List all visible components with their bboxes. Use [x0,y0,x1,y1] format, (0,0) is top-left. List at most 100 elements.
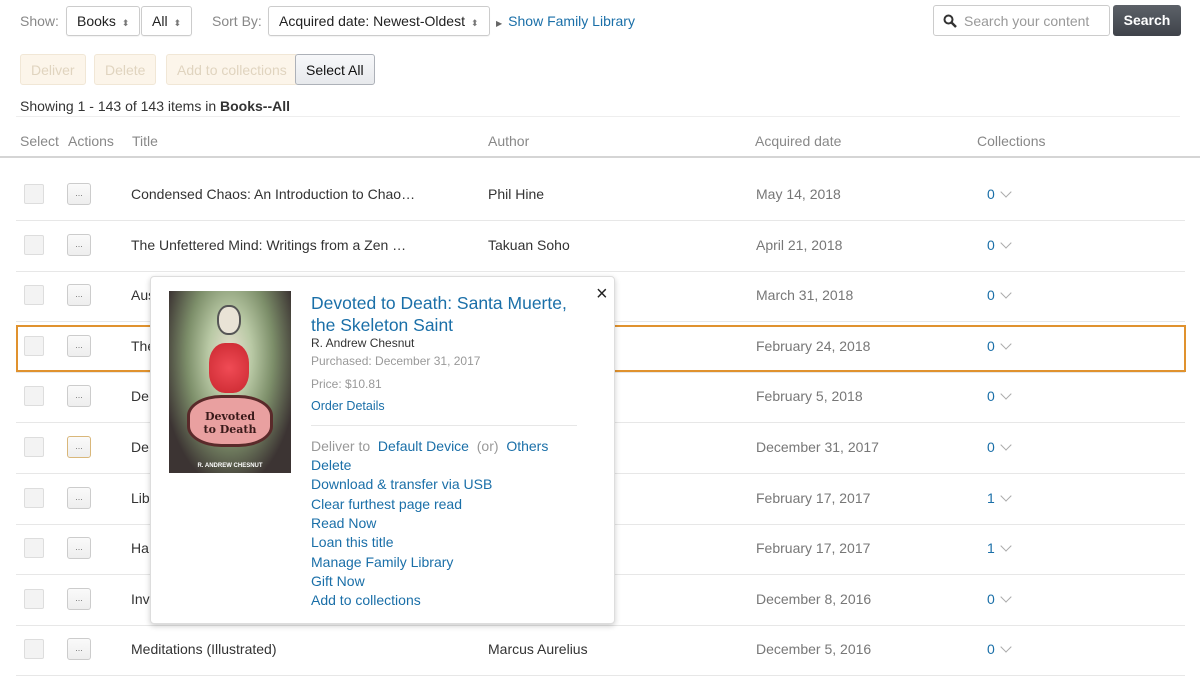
collections-count: 1 [987,489,995,506]
price: Price: $10.81 [311,377,382,391]
or-label: (or) [476,438,499,454]
content-type-value: Books [77,13,116,29]
row-checkbox[interactable] [24,588,44,609]
row-checkbox[interactable] [24,184,44,204]
family-library-label: Show Family Library [508,13,635,29]
deliver-row: Deliver to Default Device (or) Others [311,438,548,454]
search-button[interactable]: Search [1113,5,1181,36]
col-acquired-date[interactable]: Acquired date [755,133,841,149]
search-input[interactable]: Search your content [933,5,1110,36]
row-title[interactable]: Inv [131,591,150,607]
caret-right-icon: ▶ [496,19,503,28]
collections-count: 0 [987,388,995,405]
popover-action-link[interactable]: Read Now [311,515,376,531]
row-title[interactable]: Condensed Chaos: An Introduction to Chao… [131,186,415,202]
filter-select[interactable]: All ⬍ [141,6,193,36]
delete-button[interactable]: Delete [94,54,157,85]
row-checkbox[interactable] [24,639,44,660]
chevron-down-icon [1000,591,1012,603]
row-checkbox[interactable] [24,538,44,559]
show-label: Show: [20,13,59,29]
collections-count: 0 [987,439,995,455]
chevron-down-icon [1000,287,1012,299]
select-all-button[interactable]: Select All [295,54,375,85]
row-actions-button[interactable]: ... [67,537,91,560]
popover-action-link[interactable]: Manage Family Library [311,554,453,570]
chevron-down-icon [1000,236,1012,249]
row-actions-button[interactable]: ... [67,436,91,458]
collections-count: 1 [987,540,995,557]
row-collections-dropdown[interactable]: 0 [987,388,1012,405]
chevron-down-icon [1000,489,1012,502]
table-row: ... Condensed Chaos: An Introduction to … [16,170,1185,221]
row-actions-button[interactable]: ... [67,486,91,509]
summary-category: Books--All [220,98,291,114]
row-actions-button[interactable]: ... [67,183,91,205]
row-acquired-date: February 17, 2017 [756,540,871,557]
chevron-down-icon [1000,388,1012,401]
chevron-down-icon [1000,439,1012,451]
popover-action-link[interactable]: Loan this title [311,534,394,550]
order-details-link[interactable]: Order Details [311,399,385,413]
row-collections-dropdown[interactable]: 1 [987,489,1012,506]
results-summary: Showing 1 - 143 of 143 items in Books--A… [20,98,290,114]
book-details-popover: Devoted to Death R. ANDREW CHESNUT × Devot… [150,276,615,624]
row-acquired-date: December 8, 2016 [756,590,872,607]
row-checkbox[interactable] [24,487,44,508]
row-actions-button[interactable]: ... [67,638,91,661]
filter-value: All [152,13,168,29]
row-title[interactable]: Meditations (Illustrated) [131,641,277,657]
purchase-date: Purchased: December 31, 2017 [311,354,481,368]
popover-action-link[interactable]: Delete [311,457,351,473]
others-link[interactable]: Others [506,438,548,454]
row-collections-dropdown[interactable]: 0 [987,287,1012,303]
row-acquired-date: February 17, 2017 [756,489,871,506]
close-icon[interactable]: × [596,283,608,306]
show-family-library-link[interactable]: ▶ Show Family Library [496,13,635,29]
row-actions-button[interactable]: ... [67,385,91,408]
row-acquired-date: February 5, 2018 [756,388,863,405]
deliver-button[interactable]: Deliver [20,54,86,85]
table-row: ... Meditations (Illustrated) Marcus Aur… [16,625,1185,677]
row-collections-dropdown[interactable]: 0 [987,186,1012,202]
row-author: Takuan Soho [488,236,570,253]
content-type-select[interactable]: Books ⬍ [66,6,141,36]
sort-label: Sort By: [212,13,262,29]
row-acquired-date: April 21, 2018 [756,236,843,253]
col-title[interactable]: Title [132,133,158,149]
collections-count: 0 [987,590,995,607]
row-title[interactable]: Ha [131,540,149,556]
table-row: ... The Unfettered Mind: Writings from a… [16,221,1185,272]
popover-action-link[interactable]: Clear furthest page read [311,496,462,512]
row-author: Phil Hine [488,186,545,202]
col-collections: Collections [977,133,1046,149]
row-title[interactable]: The Unfettered Mind: Writings from a Zen… [131,237,406,253]
row-collections-dropdown[interactable]: 0 [987,439,1012,455]
row-collections-dropdown[interactable]: 0 [987,641,1012,657]
divider [311,425,577,426]
popover-action-link[interactable]: Gift Now [311,573,365,589]
book-author: R. Andrew Chesnut [311,336,415,350]
row-collections-dropdown[interactable]: 1 [987,540,1012,557]
row-acquired-date: December 5, 2016 [756,641,872,658]
popover-action-link[interactable]: Add to collections [311,592,421,608]
row-acquired-date: May 14, 2018 [756,186,841,202]
row-title[interactable]: De [131,388,149,404]
default-device-link[interactable]: Default Device [378,438,469,454]
row-checkbox[interactable] [24,437,44,457]
row-actions-button[interactable]: ... [67,587,91,610]
row-actions-button[interactable]: ... [67,284,91,307]
row-collections-dropdown[interactable]: 0 [987,236,1012,253]
row-collections-dropdown[interactable]: 0 [987,590,1012,607]
popover-action-link[interactable]: Download & transfer via USB [311,476,492,492]
row-checkbox[interactable] [24,285,44,306]
sort-select[interactable]: Acquired date: Newest-Oldest ⬍ [268,6,490,36]
row-title[interactable]: De [131,439,149,455]
row-title[interactable]: Lib [131,490,150,506]
book-title-link[interactable]: Devoted to Death: Santa Muerte, the Skel… [311,292,576,336]
add-to-collections-button[interactable]: Add to collections [166,54,298,85]
row-actions-button[interactable]: ... [67,233,91,256]
row-checkbox[interactable] [24,386,44,407]
col-author[interactable]: Author [488,133,529,149]
row-checkbox[interactable] [24,234,44,255]
